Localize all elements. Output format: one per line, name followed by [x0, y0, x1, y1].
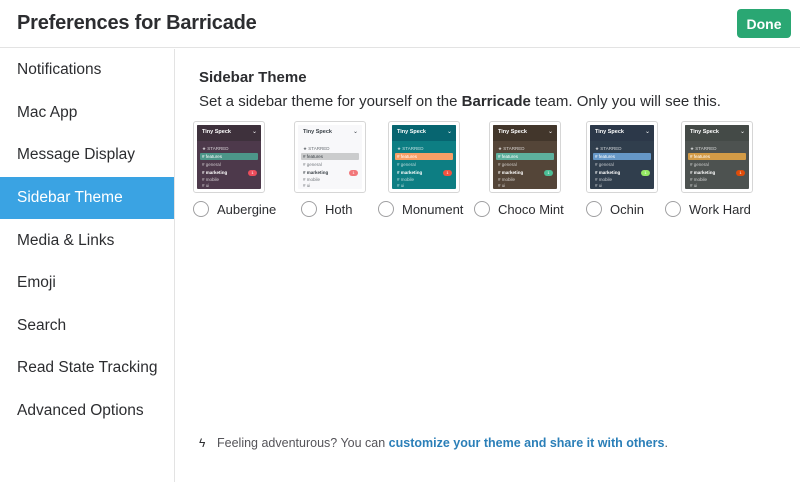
theme-thumbnail[interactable]: Tiny Speck ⌄ ★ STARRED # features # general #… — [586, 121, 658, 193]
theme-thumbnail[interactable]: Tiny Speck ⌄ ★ STARRED # features # general #… — [294, 121, 366, 193]
customize-theme-link[interactable]: customize your theme and share it with o… — [389, 436, 665, 450]
sidebar-theme-panel: Sidebar Theme Set a sidebar theme for yo… — [175, 49, 800, 482]
theme-label: Ochin — [610, 202, 644, 217]
theme-thumbnail[interactable]: Tiny Speck ⌄ ★ STARRED # features # general #… — [681, 121, 753, 193]
theme-preview: Tiny Speck ⌄ ★ STARRED # features # general #… — [298, 125, 362, 189]
sidebar-item-search[interactable]: Search — [0, 305, 174, 347]
theme-radio[interactable] — [586, 201, 602, 217]
theme-label: Choco Mint — [498, 202, 564, 217]
sidebar-item-message-display[interactable]: Message Display — [0, 134, 174, 176]
chevron-down-icon: ⌄ — [547, 129, 553, 135]
theme-label: Hoth — [325, 202, 353, 217]
page-title: Preferences for Barricade — [17, 12, 257, 34]
theme-preview: Tiny Speck ⌄ ★ STARRED # features # general #… — [392, 125, 456, 189]
theme-label: Work Hard — [689, 202, 751, 217]
customize-note: ϟ Feeling adventurous? You can customize … — [199, 436, 668, 450]
lightning-bolt-icon: ϟ — [199, 436, 206, 450]
theme-preview: Tiny Speck ⌄ ★ STARRED # features # general #… — [197, 125, 261, 189]
theme-label: Aubergine — [217, 202, 277, 217]
preferences-sidebar: Notifications Mac App Message Display Si… — [0, 49, 175, 482]
theme-radio[interactable] — [301, 201, 317, 217]
sidebar-item-read-state-tracking[interactable]: Read State Tracking — [0, 347, 174, 389]
chevron-down-icon: ⌄ — [446, 129, 452, 135]
theme-radio[interactable] — [193, 201, 209, 217]
theme-label: Monument — [402, 202, 464, 217]
theme-radio[interactable] — [378, 201, 394, 217]
theme-thumbnail[interactable]: Tiny Speck ⌄ ★ STARRED # features # general #… — [489, 121, 561, 193]
theme-preview: Tiny Speck ⌄ ★ STARRED # features # general #… — [685, 125, 749, 189]
theme-preview: Tiny Speck ⌄ ★ STARRED # features # general #… — [590, 125, 654, 189]
done-button[interactable]: Done — [737, 9, 791, 38]
section-description: Set a sidebar theme for yourself on the … — [199, 93, 721, 110]
sidebar-item-mac-app[interactable]: Mac App — [0, 92, 174, 134]
team-name: Barricade — [461, 93, 531, 110]
chevron-down-icon: ⌄ — [251, 129, 257, 135]
sidebar-item-notifications[interactable]: Notifications — [0, 49, 174, 91]
sidebar-item-emoji[interactable]: Emoji — [0, 262, 174, 304]
chevron-down-icon: ⌄ — [352, 129, 358, 135]
chevron-down-icon: ⌄ — [739, 129, 745, 135]
sidebar-item-advanced-options[interactable]: Advanced Options — [0, 390, 174, 432]
theme-thumbnail[interactable]: Tiny Speck ⌄ ★ STARRED # features # general #… — [388, 121, 460, 193]
theme-preview: Tiny Speck ⌄ ★ STARRED # features # general #… — [493, 125, 557, 189]
section-title: Sidebar Theme — [199, 69, 307, 86]
sidebar-item-sidebar-theme[interactable]: Sidebar Theme — [0, 177, 174, 219]
theme-radio[interactable] — [665, 201, 681, 217]
chevron-down-icon: ⌄ — [644, 129, 650, 135]
theme-thumbnail[interactable]: Tiny Speck ⌄ ★ STARRED # features # general #… — [193, 121, 265, 193]
sidebar-item-media-links[interactable]: Media & Links — [0, 220, 174, 262]
preferences-header: Preferences for Barricade Done — [0, 0, 800, 48]
theme-radio[interactable] — [474, 201, 490, 217]
